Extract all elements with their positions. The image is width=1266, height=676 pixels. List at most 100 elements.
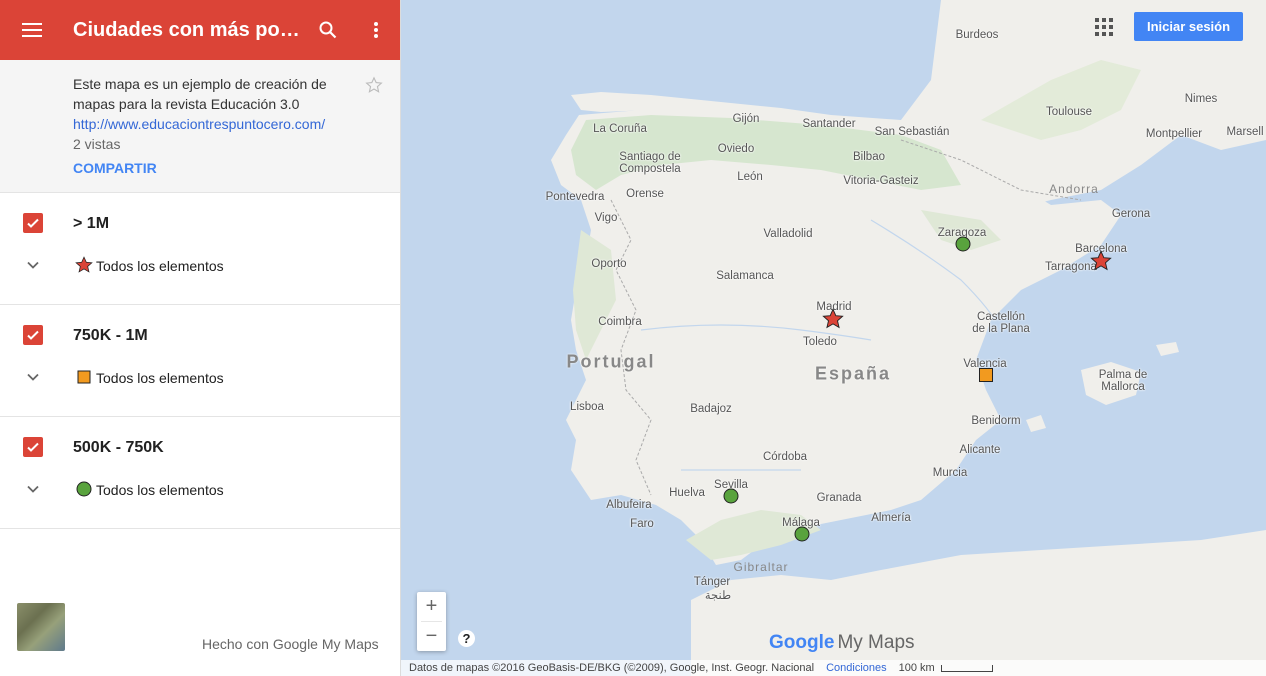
map-title: Ciudades con más pobl... xyxy=(73,18,304,41)
chevron-down-icon[interactable] xyxy=(24,256,42,274)
map-info-panel: Este mapa es un ejemplo de creación de m… xyxy=(0,60,400,193)
city-label: Montpellier xyxy=(1145,128,1203,140)
region-label: Andorra xyxy=(1049,182,1099,196)
my-maps-wordmark: My Maps xyxy=(837,632,915,653)
scale-bar xyxy=(940,664,993,672)
layer-1m: > 1M Todos los elementos xyxy=(0,193,400,305)
city-label: Palma de Mallorca xyxy=(1098,369,1148,393)
share-button[interactable]: COMPARTIR xyxy=(73,160,157,176)
city-label: Murcia xyxy=(932,467,968,479)
country-label: Portugal xyxy=(566,351,656,372)
chevron-down-icon[interactable] xyxy=(24,368,42,386)
city-label: Valladolid xyxy=(763,228,813,240)
star-symbol-icon xyxy=(75,256,93,273)
city-label: Gerona xyxy=(1111,208,1151,220)
layer-items-label[interactable]: Todos los elementos xyxy=(96,258,224,274)
marker-circle-sevilla[interactable] xyxy=(723,488,739,504)
layer-checkbox[interactable] xyxy=(23,325,43,345)
map-footer: Datos de mapas ©2016 GeoBasis-DE/BKG (©2… xyxy=(401,660,1266,676)
city-label: Coimbra xyxy=(598,316,642,328)
city-label: Faro xyxy=(630,518,654,530)
city-label: Benidorm xyxy=(971,415,1021,427)
city-label: Oviedo xyxy=(717,143,755,155)
city-label: Castellón de la Plana xyxy=(972,311,1030,335)
layer-checkbox[interactable] xyxy=(23,437,43,457)
city-label: Almería xyxy=(871,512,911,524)
city-label: León xyxy=(737,171,763,183)
city-label: Huelva xyxy=(669,487,705,499)
title-bar: Ciudades con más pobl... xyxy=(0,0,400,60)
marker-circle-malaga[interactable] xyxy=(794,526,810,542)
layer-name[interactable]: 500K - 750K xyxy=(73,439,164,457)
zoom-control: + − xyxy=(417,592,446,651)
city-label: Gijón xyxy=(732,113,760,125)
city-label: Tánger xyxy=(693,576,731,588)
city-label: Vitoria-Gasteiz xyxy=(843,175,919,187)
menu-icon xyxy=(22,23,42,37)
apps-grid-icon[interactable] xyxy=(1094,17,1114,37)
layer-items-label[interactable]: Todos los elementos xyxy=(96,482,224,498)
basemap-thumbnail[interactable] xyxy=(17,603,65,651)
map-canvas[interactable]: Portugal España Andorra Gibraltar Burdeo… xyxy=(401,0,1266,676)
city-label: Oporto xyxy=(591,258,627,270)
city-label: Bilbao xyxy=(853,151,885,163)
layer-750k-1m: 750K - 1M Todos los elementos xyxy=(0,305,400,417)
star-button[interactable] xyxy=(365,76,383,99)
city-label: Santiago de Compostela xyxy=(619,151,681,175)
terms-link[interactable]: Condiciones xyxy=(826,662,887,674)
city-label: Salamanca xyxy=(716,270,774,282)
google-wordmark: Google xyxy=(769,632,835,653)
scale-label[interactable]: 100 km xyxy=(899,662,935,674)
circle-symbol-icon xyxy=(76,481,92,497)
check-icon xyxy=(27,442,39,452)
zoom-out-button[interactable]: − xyxy=(417,622,446,651)
layer-500k-750k: 500K - 750K Todos los elementos xyxy=(0,417,400,529)
map-link[interactable]: http://www.educaciontrespuntocero.com/ xyxy=(73,114,400,134)
chevron-down-icon[interactable] xyxy=(24,480,42,498)
sidebar: Ciudades con más pobl... Este mapa es un… xyxy=(0,0,401,676)
city-label: Marsell xyxy=(1226,126,1264,138)
city-label: Santander xyxy=(802,118,856,130)
city-label: Albufeira xyxy=(606,499,652,511)
city-label: Badajoz xyxy=(690,403,732,415)
region-label: Gibraltar xyxy=(733,560,789,574)
marker-star-barcelona[interactable] xyxy=(1090,250,1112,272)
city-label: Vigo xyxy=(594,212,618,224)
view-count: 2 vistas xyxy=(73,136,121,152)
city-label: Nimes xyxy=(1184,93,1218,105)
zoom-in-button[interactable]: + xyxy=(417,592,446,621)
layer-name[interactable]: 750K - 1M xyxy=(73,327,148,345)
city-label: Orense xyxy=(626,188,664,200)
signin-button[interactable]: Iniciar sesión xyxy=(1134,12,1243,41)
search-button[interactable] xyxy=(304,0,352,60)
marker-circle-zaragoza[interactable] xyxy=(955,236,971,252)
check-icon xyxy=(27,330,39,340)
square-symbol-icon xyxy=(77,370,91,384)
marker-star-madrid[interactable] xyxy=(822,308,844,330)
more-options-button[interactable] xyxy=(352,0,400,60)
city-label: Lisboa xyxy=(570,401,604,413)
search-icon xyxy=(319,21,337,39)
city-label: La Coruña xyxy=(593,123,647,135)
city-label: Córdoba xyxy=(762,451,808,463)
made-with-label[interactable]: Hecho con Google My Maps xyxy=(202,636,379,652)
more-vert-icon xyxy=(374,22,378,38)
menu-button[interactable] xyxy=(0,0,64,60)
layer-checkbox[interactable] xyxy=(23,213,43,233)
layer-items-label[interactable]: Todos los elementos xyxy=(96,370,224,386)
map-description: Este mapa es un ejemplo de creación de m… xyxy=(73,76,327,112)
map-attribution: Datos de mapas ©2016 GeoBasis-DE/BKG (©2… xyxy=(409,662,815,674)
help-button[interactable]: ? xyxy=(458,630,475,647)
city-label: San Sebastián xyxy=(874,126,950,138)
marker-square-valencia[interactable] xyxy=(978,367,994,383)
city-label: Toledo xyxy=(803,336,837,348)
city-label: طنجة xyxy=(704,590,732,602)
city-label: Granada xyxy=(816,492,862,504)
google-my-maps-logo: Google My Maps xyxy=(769,632,915,654)
city-label: Burdeos xyxy=(955,29,999,41)
country-label: España xyxy=(814,363,892,384)
city-label: Pontevedra xyxy=(545,191,605,203)
star-outline-icon xyxy=(365,76,383,93)
layer-name[interactable]: > 1M xyxy=(73,215,109,233)
city-label: Toulouse xyxy=(1045,106,1093,118)
